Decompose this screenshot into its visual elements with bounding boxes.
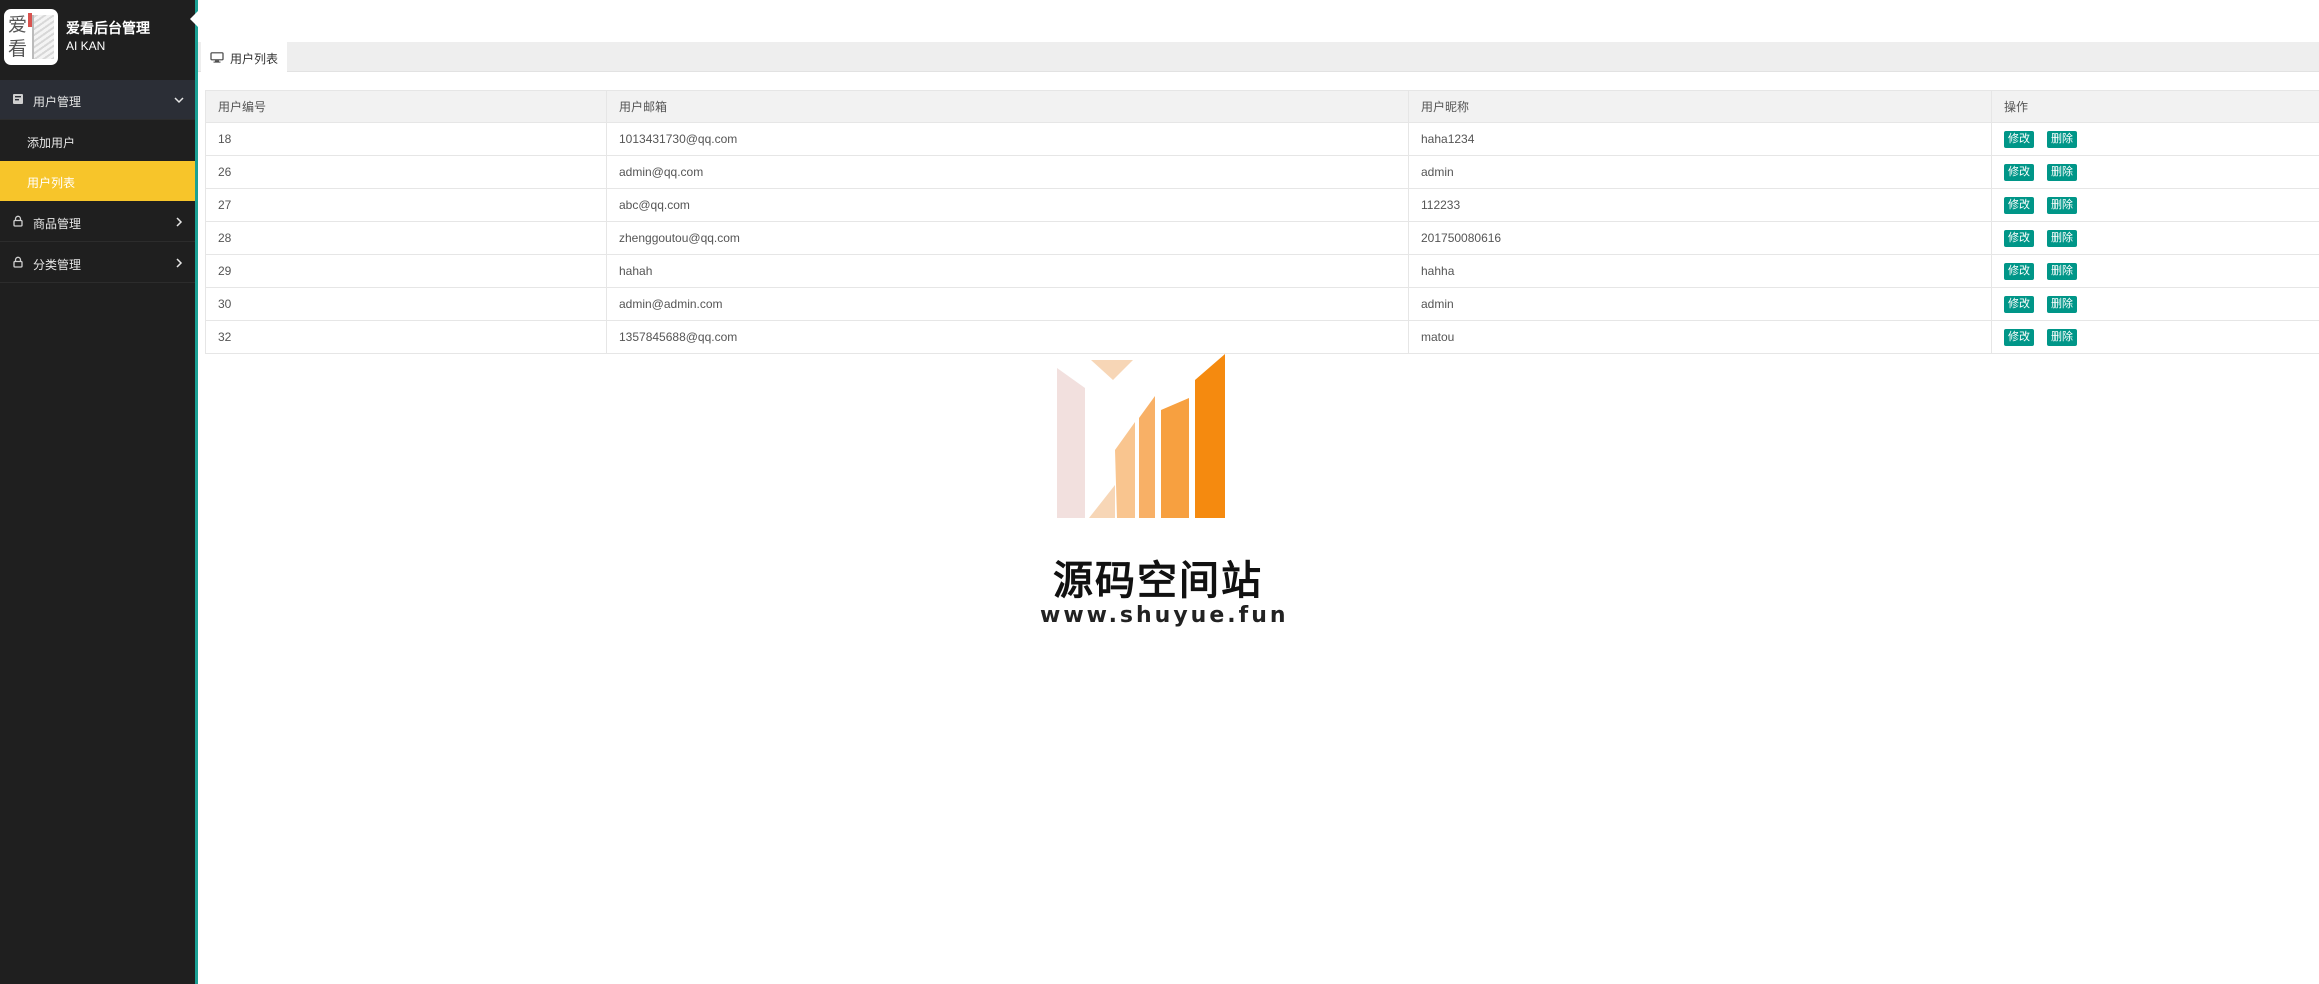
monitor-icon — [210, 52, 224, 63]
user-table: 用户编号 用户邮箱 用户昵称 操作 18 1013431730@qq.com h… — [205, 90, 2319, 354]
cell-actions: 修改 删除 — [1991, 287, 2319, 321]
cell-actions: 修改 删除 — [1991, 122, 2319, 156]
cell-user-email: zhenggoutou@qq.com — [606, 221, 1409, 255]
cell-user-email: admin@qq.com — [606, 155, 1409, 189]
sidebar-item-label: 分类管理 — [33, 258, 82, 272]
table-row: 29 hahah hahha 修改 删除 — [205, 254, 2319, 288]
cell-user-nickname: hahha — [1408, 254, 1992, 288]
cell-user-id: 28 — [205, 221, 607, 255]
watermark-title: 源码空间站 — [1053, 559, 1263, 603]
edit-button[interactable]: 修改 — [2004, 130, 2034, 148]
brand-header: 爱 看 爱看后台管理 AI KAN — [0, 0, 195, 78]
tab-label: 用户列表 — [230, 52, 279, 66]
book-icon — [13, 94, 23, 104]
cell-user-email: hahah — [606, 254, 1409, 288]
cell-user-nickname: admin — [1408, 287, 1992, 321]
sidebar-item-user-management[interactable]: 用户管理 — [0, 80, 195, 120]
top-header — [198, 0, 2319, 42]
edit-button[interactable]: 修改 — [2004, 295, 2034, 313]
cell-user-id: 30 — [205, 287, 607, 321]
cell-user-id: 18 — [205, 122, 607, 156]
edit-button[interactable]: 修改 — [2004, 328, 2034, 346]
column-header-actions: 操作 — [1991, 90, 2319, 123]
delete-button[interactable]: 删除 — [2047, 262, 2077, 280]
sidebar-item-user-list[interactable]: 用户列表 — [0, 161, 195, 201]
edit-button[interactable]: 修改 — [2004, 229, 2034, 247]
column-header-nickname: 用户昵称 — [1408, 90, 1992, 123]
sidebar-collapse-toggle[interactable] — [190, 11, 198, 27]
table-header-row: 用户编号 用户邮箱 用户昵称 操作 — [205, 90, 2319, 123]
sidebar-subitem-label: 添加用户 — [27, 136, 76, 150]
bookmark-ribbon-graphic — [28, 13, 32, 27]
cell-user-id: 26 — [205, 155, 607, 189]
cell-user-nickname: 201750080616 — [1408, 221, 1992, 255]
cell-user-nickname: admin — [1408, 155, 1992, 189]
column-header-email: 用户邮箱 — [606, 90, 1409, 123]
table-row: 27 abc@qq.com 112233 修改 删除 — [205, 188, 2319, 222]
table-row: 32 1357845688@qq.com matou 修改 删除 — [205, 320, 2319, 354]
sidebar-item-product-management[interactable]: 商品管理 — [0, 202, 195, 242]
tab-user-list[interactable]: 用户列表 — [201, 42, 287, 72]
delete-button[interactable]: 删除 — [2047, 163, 2077, 181]
chevron-down-icon — [174, 97, 184, 104]
sidebar: 爱 看 爱看后台管理 AI KAN 用户管理 添加用户 用户列表 商品管理 分类… — [0, 0, 198, 984]
cell-user-email: 1013431730@qq.com — [606, 122, 1409, 156]
user-table-container: 用户编号 用户邮箱 用户昵称 操作 18 1013431730@qq.com h… — [205, 90, 2319, 354]
delete-button[interactable]: 删除 — [2047, 130, 2077, 148]
cell-user-id: 32 — [205, 320, 607, 354]
cell-actions: 修改 删除 — [1991, 155, 2319, 189]
delete-button[interactable]: 删除 — [2047, 196, 2077, 214]
app-subtitle: AI KAN — [66, 39, 106, 53]
lock-icon — [13, 256, 23, 268]
table-row: 30 admin@admin.com admin 修改 删除 — [205, 287, 2319, 321]
cell-user-email: 1357845688@qq.com — [606, 320, 1409, 354]
table-row: 28 zhenggoutou@qq.com 201750080616 修改 删除 — [205, 221, 2319, 255]
app-title: 爱看后台管理 — [66, 20, 150, 36]
column-header-id: 用户编号 — [205, 90, 607, 123]
sidebar-item-add-user[interactable]: 添加用户 — [0, 121, 195, 161]
edit-button[interactable]: 修改 — [2004, 163, 2034, 181]
chevron-right-icon — [176, 258, 183, 268]
delete-button[interactable]: 删除 — [2047, 295, 2077, 313]
cell-actions: 修改 删除 — [1991, 221, 2319, 255]
cell-user-nickname: haha1234 — [1408, 122, 1992, 156]
sidebar-item-label: 用户管理 — [33, 95, 82, 109]
logo-char-2: 看 — [8, 38, 28, 60]
delete-button[interactable]: 删除 — [2047, 229, 2077, 247]
book-pages-graphic — [32, 15, 54, 59]
sidebar-subitem-label: 用户列表 — [27, 176, 76, 190]
cell-user-email: admin@admin.com — [606, 287, 1409, 321]
chevron-right-icon — [176, 217, 183, 227]
lock-icon — [13, 215, 23, 227]
cell-actions: 修改 删除 — [1991, 254, 2319, 288]
watermark-logo — [1057, 354, 1225, 518]
cell-actions: 修改 删除 — [1991, 320, 2319, 354]
app-logo: 爱 看 — [4, 9, 58, 65]
tab-bar: 用户列表 — [198, 42, 2319, 72]
edit-button[interactable]: 修改 — [2004, 262, 2034, 280]
delete-button[interactable]: 删除 — [2047, 328, 2077, 346]
cell-user-id: 27 — [205, 188, 607, 222]
sidebar-item-category-management[interactable]: 分类管理 — [0, 243, 195, 283]
sidebar-item-label: 商品管理 — [33, 217, 82, 231]
cell-actions: 修改 删除 — [1991, 188, 2319, 222]
watermark-url: www.shuyue.fun — [1040, 603, 1289, 628]
table-row: 26 admin@qq.com admin 修改 删除 — [205, 155, 2319, 189]
cell-user-nickname: matou — [1408, 320, 1992, 354]
cell-user-nickname: 112233 — [1408, 188, 1992, 222]
edit-button[interactable]: 修改 — [2004, 196, 2034, 214]
logo-char-1: 爱 — [8, 14, 28, 36]
cell-user-id: 29 — [205, 254, 607, 288]
table-row: 18 1013431730@qq.com haha1234 修改 删除 — [205, 122, 2319, 156]
cell-user-email: abc@qq.com — [606, 188, 1409, 222]
